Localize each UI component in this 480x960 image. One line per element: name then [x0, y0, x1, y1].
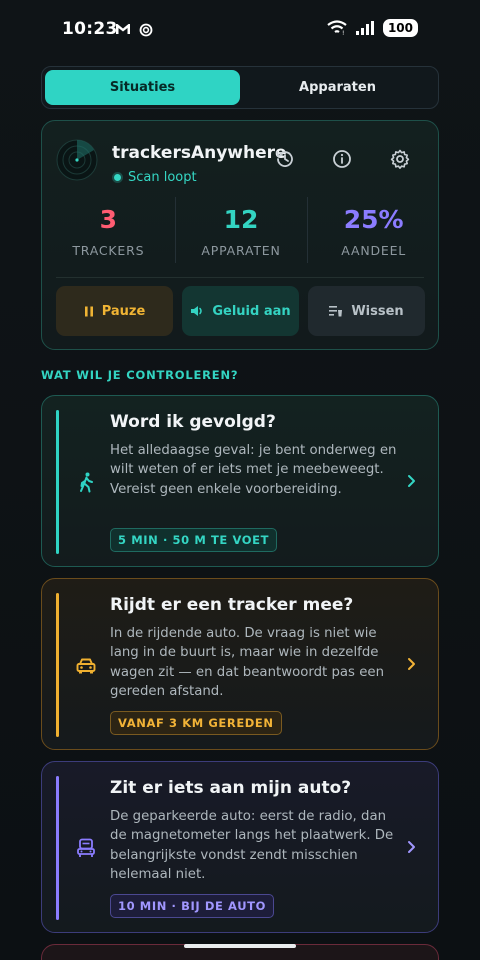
- scenario-description: De geparkeerde auto: eerst de radio, dan…: [110, 809, 394, 882]
- scenario-card-parked[interactable]: Zit er iets aan mijn auto? De geparkeerd…: [41, 761, 439, 933]
- svg-text:!: !: [342, 30, 344, 36]
- app-title: trackersAnywhere: [112, 143, 287, 163]
- scenario-description: Het alledaagse geval: je bent onderweg e…: [110, 443, 397, 497]
- gear-icon[interactable]: [389, 148, 411, 170]
- stat-apparaten: 12 APPARATEN: [174, 197, 308, 267]
- gmail-icon: [116, 24, 130, 34]
- stat-trackers: 3 TRACKERS: [42, 205, 175, 267]
- tab-apparaten[interactable]: Apparaten: [240, 70, 435, 105]
- section-title: WAT WIL JE CONTROLEREN?: [41, 368, 239, 382]
- scenario-tag: 10 MIN · BIJ DE AUTO: [110, 894, 274, 918]
- history-icon[interactable]: [274, 148, 296, 170]
- scan-status-label: Scan loopt: [128, 170, 197, 185]
- chevron-right-icon: [408, 475, 415, 487]
- sound-button[interactable]: Geluid aan: [182, 286, 299, 336]
- home-indicator[interactable]: [184, 944, 296, 948]
- stat-apparaten-value: 12: [223, 205, 259, 234]
- pause-button-label: Pauze: [101, 303, 146, 319]
- stat-trackers-value: 3: [99, 205, 118, 234]
- pause-icon: [84, 306, 93, 316]
- stat-aandeel-value: 25%: [343, 205, 404, 234]
- car-icon: [76, 658, 96, 674]
- segmented-tabs: Situaties Apparaten: [41, 66, 439, 109]
- scan-active-dot: [114, 174, 121, 181]
- pause-button[interactable]: Pauze: [56, 286, 173, 336]
- accent-bar: [56, 593, 59, 737]
- scenario-card-driving[interactable]: Rijdt er een tracker mee? In de rijdende…: [41, 578, 439, 750]
- signal-icon: [355, 21, 374, 35]
- stat-aandeel: 25% AANDEEL: [307, 197, 440, 267]
- card-divider: [56, 277, 424, 278]
- scan-status-card: trackersAnywhere Scan loopt 3 TRACKERS 1…: [41, 120, 439, 350]
- battery-indicator: 100: [382, 19, 418, 37]
- stat-trackers-label: TRACKERS: [72, 243, 145, 258]
- clear-button-label: Wissen: [351, 303, 404, 319]
- scenario-title: Rijdt er een tracker mee?: [110, 595, 354, 615]
- status-time: 10:23: [62, 19, 118, 39]
- status-right: ! 100: [327, 19, 418, 37]
- scenario-title: Word ik gevolgd?: [110, 412, 276, 432]
- scenario-card-followed[interactable]: Word ik gevolgd? Het alledaagse geval: j…: [41, 395, 439, 567]
- accent-bar: [56, 410, 59, 554]
- clear-button[interactable]: Wissen: [308, 286, 425, 336]
- wifi-icon: !: [327, 20, 347, 36]
- sync-icon: [139, 23, 153, 37]
- radar-icon: [56, 139, 98, 181]
- scenario-tag: 5 MIN · 50 M TE VOET: [110, 528, 278, 552]
- speaker-icon: [191, 306, 203, 316]
- scenario-tag: VANAF 3 KM GEREDEN: [110, 711, 282, 735]
- screen: 10:23 ! 100 Situaties Apparaten trackers…: [0, 0, 480, 960]
- info-icon[interactable]: [331, 148, 353, 170]
- sound-button-label: Geluid aan: [212, 303, 291, 319]
- accent-bar: [56, 776, 59, 920]
- stat-apparaten-label: APPARATEN: [201, 243, 281, 258]
- tab-situaties[interactable]: Situaties: [45, 70, 240, 105]
- status-bar: 10:23 ! 100: [0, 0, 480, 60]
- chevron-right-icon: [408, 658, 415, 670]
- stats-row: 3 TRACKERS 12 APPARATEN 25% AANDEEL: [42, 197, 440, 267]
- scenario-title: Zit er iets aan mijn auto?: [110, 778, 352, 798]
- control-buttons: Pauze Geluid aan Wissen: [56, 286, 425, 336]
- clear-all-icon: [329, 306, 343, 317]
- walking-icon: [80, 472, 93, 493]
- chevron-right-icon: [408, 841, 415, 853]
- scenario-description: In de rijdende auto. De vraag is niet wi…: [110, 626, 385, 699]
- car-seat-icon: [77, 838, 95, 857]
- scan-status: Scan loopt: [114, 170, 197, 185]
- stat-aandeel-label: AANDEEL: [341, 243, 407, 258]
